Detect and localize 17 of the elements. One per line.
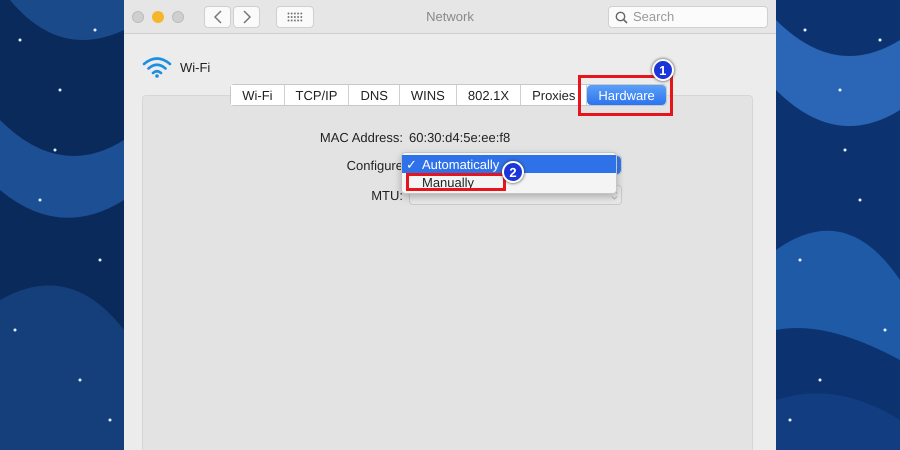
- dot-grid-icon: [287, 12, 303, 22]
- field-label: MTU:: [370, 188, 403, 202]
- interface-name: Wi-Fi: [180, 60, 210, 74]
- field-label: MAC Address:: [318, 130, 403, 145]
- wifi-icon: [142, 56, 172, 78]
- chevron-left-icon: [212, 10, 222, 24]
- tab[interactable]: Hardware: [587, 85, 666, 105]
- field-label: Configure: [346, 158, 403, 172]
- window-title: Network: [426, 9, 474, 24]
- show-all-button[interactable]: [276, 6, 314, 28]
- back-button[interactable]: [204, 6, 231, 28]
- search-field[interactable]: Search: [608, 6, 768, 28]
- field-value: 60:30:d4:5e:ee:f8: [409, 130, 510, 145]
- chevron-right-icon: [242, 10, 252, 24]
- tab[interactable]: Wi-Fi: [231, 85, 285, 105]
- step-badge: 1: [652, 59, 674, 81]
- forward-button[interactable]: [233, 6, 260, 28]
